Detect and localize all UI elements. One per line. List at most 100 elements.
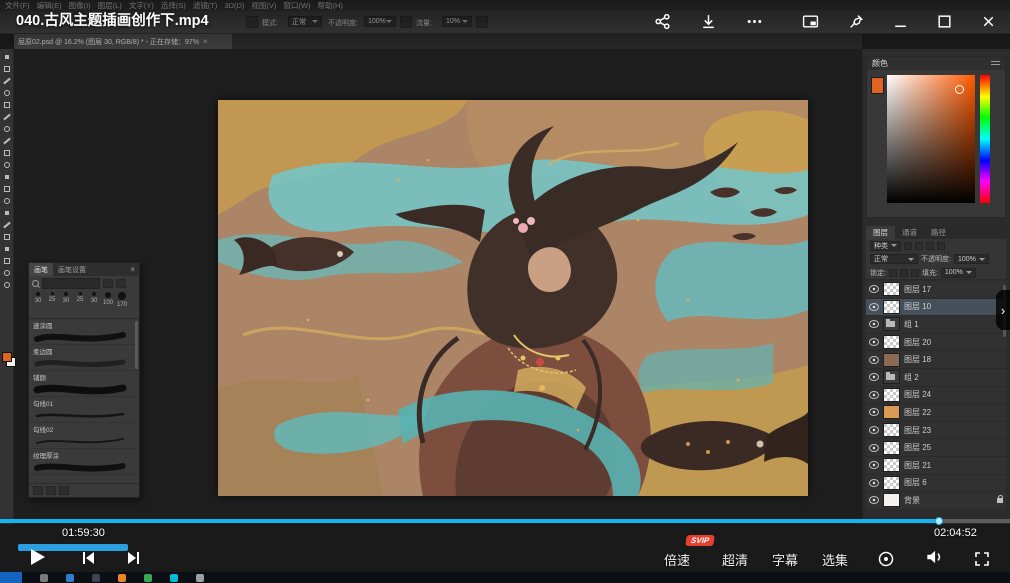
visibility-eye-icon[interactable] xyxy=(869,373,879,381)
layer-row[interactable]: 图层 18 xyxy=(866,351,1006,369)
mini-player-button[interactable] xyxy=(800,11,820,31)
gradient-tool-icon[interactable] xyxy=(2,185,12,193)
layer-name[interactable]: 图层 24 xyxy=(904,389,931,400)
brush-preset-icon[interactable] xyxy=(246,16,258,28)
next-episode-button[interactable] xyxy=(124,548,144,568)
more-button[interactable] xyxy=(744,11,764,31)
layer-thumbnail[interactable] xyxy=(883,476,900,490)
playlist-drawer-toggle[interactable]: › xyxy=(996,290,1010,330)
menu-help[interactable]: 帮助(H) xyxy=(318,0,343,11)
brush-tip[interactable]: 30 xyxy=(32,292,44,304)
tab-layers[interactable]: 图层 xyxy=(866,226,895,239)
minimize-button[interactable] xyxy=(890,11,910,31)
eyedropper-tool-icon[interactable] xyxy=(2,113,12,121)
taskbar-icon[interactable] xyxy=(40,574,48,582)
fullscreen-button[interactable] xyxy=(972,549,992,569)
layer-row[interactable]: 图层 20 xyxy=(866,334,1006,352)
brush-scrollbar[interactable] xyxy=(135,321,138,369)
layer-name[interactable]: 图层 22 xyxy=(904,407,931,418)
new-brush-icon[interactable] xyxy=(46,486,56,495)
move-tool-icon[interactable] xyxy=(2,53,12,61)
blend-mode-dropdown[interactable]: 正常 xyxy=(870,254,918,264)
download-button[interactable] xyxy=(698,11,718,31)
layer-thumbnail[interactable] xyxy=(883,388,900,402)
layer-name[interactable]: 组 1 xyxy=(904,319,919,330)
layer-kind-dropdown[interactable]: 种类 xyxy=(870,241,901,251)
filter-shape-icon[interactable] xyxy=(937,242,945,250)
brush-preset-item[interactable]: 速涂圆 xyxy=(29,319,139,345)
visibility-eye-icon[interactable] xyxy=(869,391,879,399)
visibility-eye-icon[interactable] xyxy=(869,496,879,504)
layer-thumbnail[interactable] xyxy=(883,282,900,296)
lock-position-icon[interactable] xyxy=(900,269,908,277)
taskbar-icon[interactable] xyxy=(66,574,74,582)
quality-button[interactable]: 超清 xyxy=(722,550,748,569)
layer-name[interactable]: 图层 6 xyxy=(904,477,927,488)
pen-tool-icon[interactable] xyxy=(2,221,12,229)
layer-thumbnail[interactable] xyxy=(883,458,900,472)
taskbar-icon[interactable] xyxy=(118,574,126,582)
layer-row[interactable]: 图层 21 xyxy=(866,457,1006,475)
layer-name[interactable]: 图层 17 xyxy=(904,284,931,295)
layer-row[interactable]: 图层 25 xyxy=(866,439,1006,457)
brush-tip[interactable]: 170 xyxy=(116,292,128,308)
visibility-eye-icon[interactable] xyxy=(869,320,879,328)
marquee-tool-icon[interactable] xyxy=(2,65,12,73)
share-button[interactable] xyxy=(652,11,672,31)
layer-name[interactable]: 图层 10 xyxy=(904,301,931,312)
brush-tip[interactable]: 25 xyxy=(74,292,86,303)
close-document-icon[interactable]: × xyxy=(203,37,208,46)
quick-select-tool-icon[interactable] xyxy=(2,89,12,97)
mode-dropdown[interactable]: 正常 xyxy=(288,16,322,27)
play-button[interactable] xyxy=(24,544,50,570)
layer-row[interactable]: 图层 6 xyxy=(866,475,1006,493)
subtitles-button[interactable]: 字幕 xyxy=(772,550,798,569)
screencast-button[interactable] xyxy=(876,549,896,569)
layer-thumbnail[interactable] xyxy=(883,353,900,367)
tab-channels[interactable]: 通道 xyxy=(895,226,924,239)
lock-all-icon[interactable] xyxy=(911,269,919,277)
panel-menu-icon[interactable] xyxy=(991,61,1000,67)
layer-name[interactable]: 图层 23 xyxy=(904,425,931,436)
visibility-eye-icon[interactable] xyxy=(869,444,879,452)
eraser-tool-icon[interactable] xyxy=(2,173,12,181)
brush-options-icon[interactable] xyxy=(33,486,43,495)
progress-bar[interactable] xyxy=(0,519,1010,523)
layer-thumbnail[interactable] xyxy=(883,300,900,314)
layer-name[interactable]: 背景 xyxy=(904,495,920,506)
opacity-dropdown[interactable]: 100% xyxy=(364,16,396,27)
document-tab[interactable]: 屈原02.psd @ 16.2% (图层 30, RGB/8) * - 正在存储… xyxy=(14,34,232,49)
shape-tool-icon[interactable] xyxy=(2,257,12,265)
brush-settings-tab[interactable]: 画笔设置 xyxy=(53,263,91,276)
taskbar-icon[interactable] xyxy=(196,574,204,582)
visibility-eye-icon[interactable] xyxy=(869,461,879,469)
hand-tool-icon[interactable] xyxy=(2,269,12,277)
layer-name[interactable]: 图层 18 xyxy=(904,354,931,365)
brush-tool-icon[interactable] xyxy=(2,137,12,145)
layer-row[interactable]: 背景 xyxy=(866,492,1006,510)
delete-brush-icon[interactable] xyxy=(59,486,69,495)
visibility-eye-icon[interactable] xyxy=(869,356,879,364)
filter-type-icon[interactable] xyxy=(926,242,934,250)
close-panel-icon[interactable]: × xyxy=(130,265,139,274)
layer-name[interactable]: 图层 20 xyxy=(904,337,931,348)
brush-tip[interactable]: 100 xyxy=(102,292,114,306)
lock-transparency-icon[interactable] xyxy=(889,269,897,277)
group-folder-icon[interactable] xyxy=(883,370,900,384)
layer-row[interactable]: 组 2 xyxy=(866,369,1006,387)
lasso-tool-icon[interactable] xyxy=(2,77,12,85)
layer-name[interactable]: 图层 25 xyxy=(904,442,931,453)
dodge-tool-icon[interactable] xyxy=(2,209,12,217)
taskbar-icon[interactable] xyxy=(92,574,100,582)
layer-row[interactable]: 组 1 xyxy=(866,316,1006,334)
filter-adjustment-icon[interactable] xyxy=(915,242,923,250)
layer-thumbnail[interactable] xyxy=(883,335,900,349)
maximize-button[interactable] xyxy=(934,11,954,31)
menu-view[interactable]: 视图(V) xyxy=(251,0,276,11)
foreground-color-chip[interactable] xyxy=(871,77,884,94)
saturation-brightness-picker[interactable] xyxy=(887,75,975,203)
filter-pixel-icon[interactable] xyxy=(904,242,912,250)
clone-stamp-tool-icon[interactable] xyxy=(2,149,12,157)
tab-paths[interactable]: 路径 xyxy=(924,226,953,239)
brush-tab[interactable]: 画笔 xyxy=(29,263,53,276)
